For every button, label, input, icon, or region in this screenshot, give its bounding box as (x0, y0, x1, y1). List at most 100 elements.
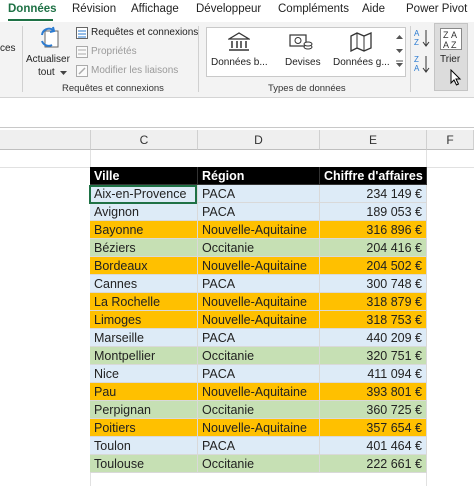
gallery-more-icon[interactable] (396, 34, 403, 68)
cell-ville[interactable]: Toulouse (90, 455, 198, 473)
group-separator (410, 26, 411, 92)
group-separator (198, 26, 199, 92)
header-region[interactable]: Région (198, 167, 320, 185)
group-separator (22, 26, 23, 92)
cell-chiffre-affaires[interactable]: 401 464 € (320, 437, 427, 455)
group-label-types: Types de données (268, 83, 346, 94)
queries-connections-icon (76, 27, 88, 39)
proprietes-button[interactable]: Propriétés (76, 45, 156, 60)
cell-region[interactable]: Nouvelle-Aquitaine (198, 257, 320, 275)
ribbon-tab-bar: Données Révision Affichage Développeur C… (0, 0, 474, 22)
cell-chiffre-affaires[interactable]: 316 896 € (320, 221, 427, 239)
tab-affichage[interactable]: Affichage (131, 3, 179, 15)
column-header-c[interactable]: C (91, 130, 198, 150)
actualiser-tout-button[interactable]: Actualiser tout (26, 24, 72, 80)
cell-region[interactable]: Occitanie (198, 455, 320, 473)
column-header-e[interactable]: E (320, 130, 427, 150)
table-row: Cannes PACA 300 748 € (90, 275, 427, 293)
properties-icon (76, 46, 88, 58)
cell-region[interactable]: PACA (198, 203, 320, 221)
trier-button[interactable]: Z A A Z Trier (434, 23, 468, 91)
cell-ville[interactable]: Cannes (90, 275, 198, 293)
cell-chiffre-affaires[interactable]: 204 502 € (320, 257, 427, 275)
tab-developpeur[interactable]: Développeur (196, 3, 261, 15)
svg-text:A: A (414, 64, 420, 73)
cell-region[interactable]: Occitanie (198, 401, 320, 419)
cell-chiffre-affaires[interactable]: 318 753 € (320, 311, 427, 329)
tab-complements[interactable]: Compléments (278, 3, 349, 15)
donnees-boursieres-button[interactable]: Données b... (209, 30, 269, 74)
table-row: La Rochelle Nouvelle-Aquitaine 318 879 € (90, 293, 427, 311)
cell-chiffre-affaires[interactable]: 411 094 € (320, 365, 427, 383)
cell-ville[interactable]: Toulon (90, 437, 198, 455)
tab-donnees[interactable]: Données (8, 3, 57, 15)
tab-revision[interactable]: Révision (72, 3, 116, 15)
mouse-cursor-icon (450, 69, 462, 86)
cell-ville[interactable]: Nice (90, 365, 198, 383)
cell-region[interactable]: Nouvelle-Aquitaine (198, 419, 320, 437)
cell-ville[interactable]: Poitiers (90, 419, 198, 437)
cell-region[interactable]: Nouvelle-Aquitaine (198, 221, 320, 239)
svg-text:Z: Z (414, 55, 419, 64)
cell-ville[interactable]: Béziers (90, 239, 198, 257)
cell-chiffre-affaires[interactable]: 393 801 € (320, 383, 427, 401)
group-label-requetes: Requêtes et connexions (62, 83, 164, 94)
currency-icon (289, 34, 313, 50)
column-header-b[interactable] (0, 130, 91, 150)
donnees-g-label: Données g... (333, 57, 390, 68)
svg-text:A: A (443, 40, 449, 50)
cell-region[interactable]: PACA (198, 437, 320, 455)
active-tab-indicator (8, 19, 53, 21)
table-row: Nice PACA 411 094 € (90, 365, 427, 383)
cell-chiffre-affaires[interactable]: 320 751 € (320, 347, 427, 365)
cell-region[interactable]: PACA (198, 275, 320, 293)
proprietes-label: Propriétés (91, 46, 137, 57)
column-header-d[interactable]: D (198, 130, 320, 150)
column-header-f[interactable]: F (427, 130, 474, 150)
cell-ville[interactable]: Montpellier (90, 347, 198, 365)
obtenir-donnees-label-partial[interactable]: ces (0, 43, 16, 54)
cell-region[interactable]: Nouvelle-Aquitaine (198, 311, 320, 329)
cell-region[interactable]: Occitanie (198, 239, 320, 257)
svg-text:Z: Z (443, 30, 449, 40)
cell-chiffre-affaires[interactable]: 204 416 € (320, 239, 427, 257)
donnees-geographiques-button[interactable]: Données g... (331, 30, 393, 74)
devises-label: Devises (285, 57, 321, 68)
cell-ville[interactable]: Avignon (90, 203, 198, 221)
tab-aide[interactable]: Aide (362, 3, 385, 15)
header-chiffre-affaires[interactable]: Chiffre d'affaires (320, 167, 427, 185)
cell-region[interactable]: Nouvelle-Aquitaine (198, 383, 320, 401)
sort-ascending-button[interactable]: A Z (414, 28, 430, 48)
tab-power-pivot[interactable]: Power Pivot (406, 3, 467, 15)
cell-chiffre-affaires[interactable]: 222 661 € (320, 455, 427, 473)
cell-ville[interactable]: Bayonne (90, 221, 198, 239)
tout-label: tout (38, 67, 55, 78)
cell-region[interactable]: Nouvelle-Aquitaine (198, 293, 320, 311)
cell-ville[interactable]: Marseille (90, 329, 198, 347)
cell-chiffre-affaires[interactable]: 189 053 € (320, 203, 427, 221)
cell-ville[interactable]: La Rochelle (90, 293, 198, 311)
table-row: Toulouse Occitanie 222 661 € (90, 455, 427, 473)
modifier-liaisons-button[interactable]: Modifier les liaisons (76, 64, 194, 79)
cell-ville[interactable]: Bordeaux (90, 257, 198, 275)
cell-region[interactable]: PACA (198, 329, 320, 347)
donnees-b-label: Données b... (211, 57, 268, 68)
sort-descending-button[interactable]: Z A (414, 54, 430, 74)
edit-links-icon (76, 65, 88, 77)
cell-chiffre-affaires[interactable]: 300 748 € (320, 275, 427, 293)
cell-region[interactable]: Occitanie (198, 347, 320, 365)
cell-chiffre-affaires[interactable]: 357 654 € (320, 419, 427, 437)
cell-chiffre-affaires[interactable]: 234 149 € (320, 185, 427, 203)
cell-chiffre-affaires[interactable]: 440 209 € (320, 329, 427, 347)
cell-region[interactable]: PACA (198, 365, 320, 383)
cell-region[interactable]: PACA (198, 185, 320, 203)
cell-chiffre-affaires[interactable]: 318 879 € (320, 293, 427, 311)
cell-chiffre-affaires[interactable]: 360 725 € (320, 401, 427, 419)
header-ville[interactable]: Ville (90, 167, 198, 185)
cell-ville[interactable]: Pau (90, 383, 198, 401)
devises-button[interactable]: Devises (277, 30, 327, 74)
cell-ville[interactable]: Limoges (90, 311, 198, 329)
chevron-down-icon (60, 71, 67, 75)
cell-ville[interactable]: Perpignan (90, 401, 198, 419)
requetes-connexions-button[interactable]: Requêtes et connexions (76, 26, 198, 41)
